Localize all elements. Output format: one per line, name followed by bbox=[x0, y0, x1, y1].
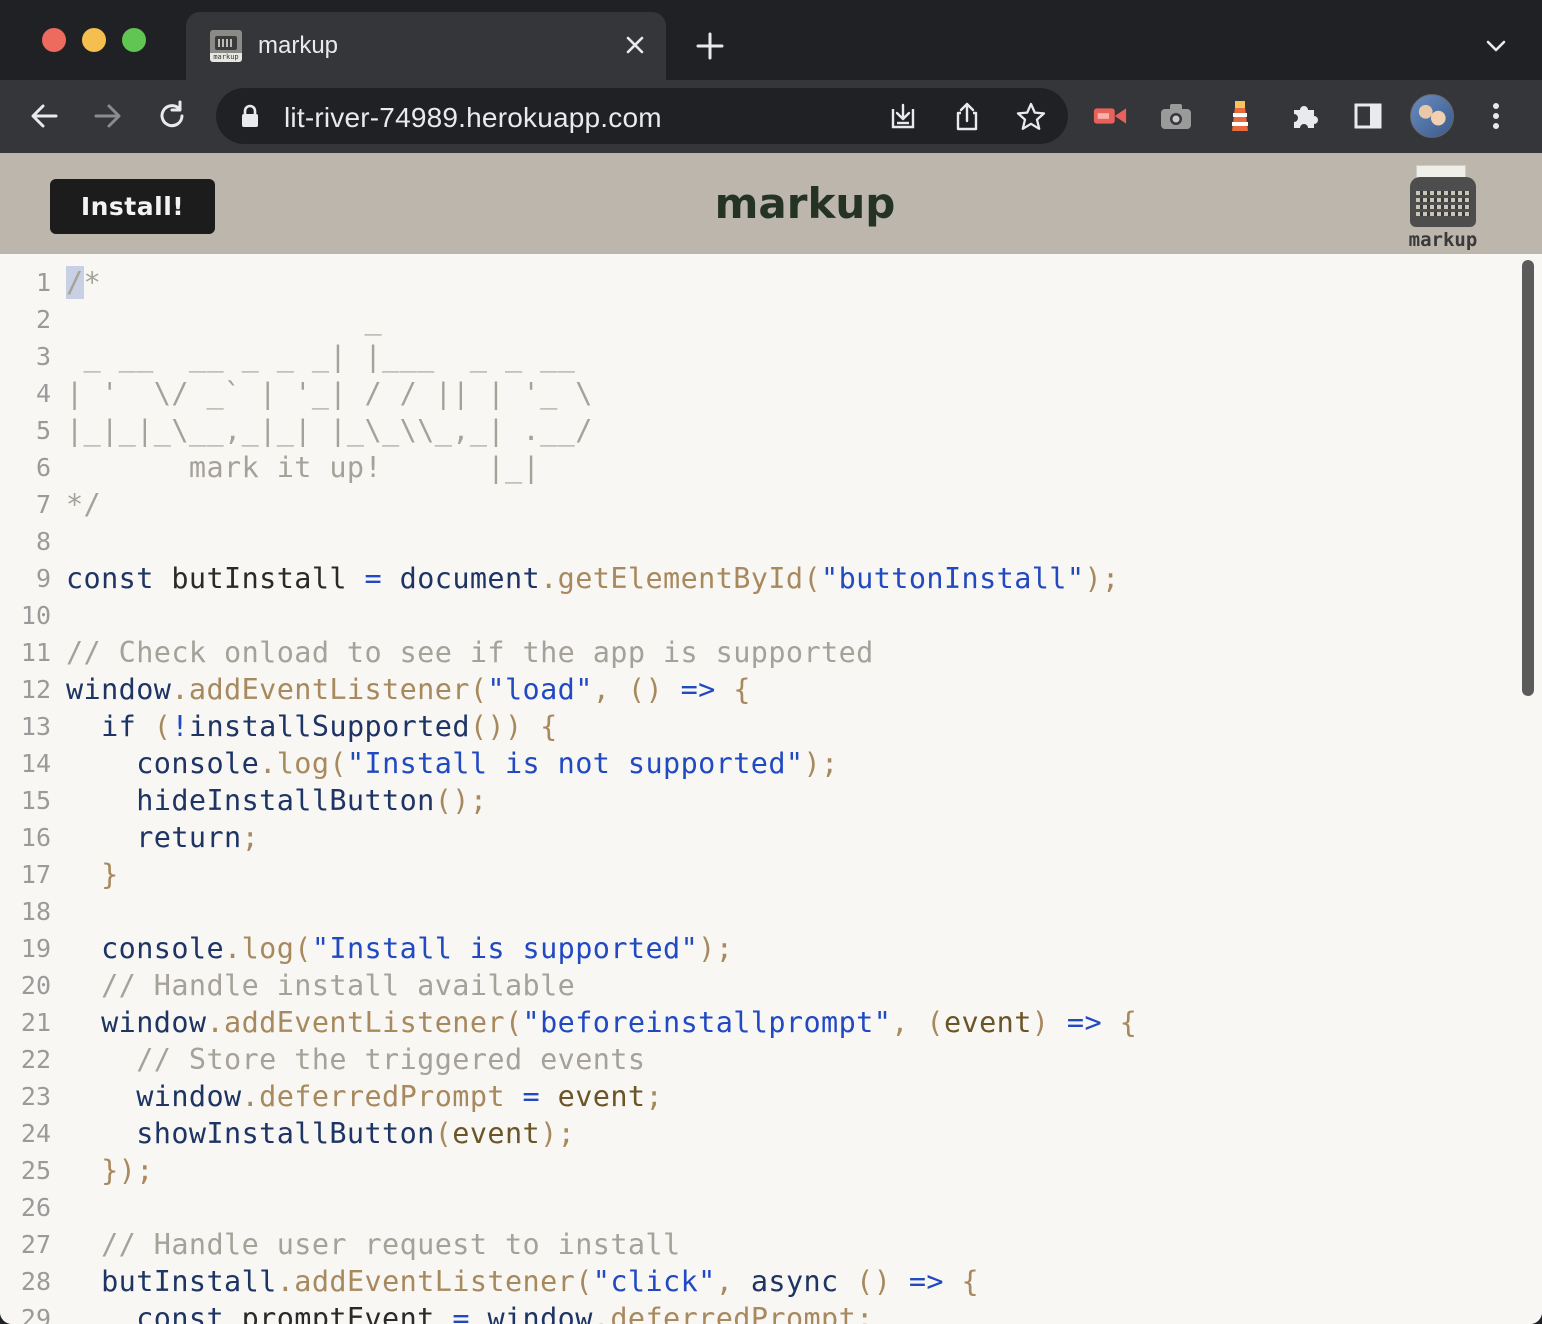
tab-markup[interactable]: markup markup bbox=[186, 12, 666, 80]
code-line: if (!installSupported()) { bbox=[101, 710, 558, 743]
url-text: lit-river-74989.herokuapp.com bbox=[284, 102, 662, 133]
line-number: 18 bbox=[20, 897, 51, 926]
code-line: window.addEventListener("beforeinstallpr… bbox=[101, 1006, 1138, 1039]
vertical-scrollbar[interactable] bbox=[1522, 260, 1534, 696]
line-number: 16 bbox=[20, 823, 51, 852]
share-icon[interactable] bbox=[950, 100, 984, 134]
logo-label: markup bbox=[1408, 229, 1478, 251]
code-line: console.log("Install is not supported"); bbox=[136, 747, 839, 780]
browser-window: markup markup lit-river-74989.herokuapp.… bbox=[0, 0, 1542, 1324]
code-line: _ __ __ _ _ _| |___ _ _ __ bbox=[66, 340, 576, 373]
favicon-label: markup bbox=[210, 53, 242, 62]
line-number: 17 bbox=[20, 860, 51, 889]
app-header: Install! markup markup bbox=[0, 153, 1542, 254]
code-line: } bbox=[101, 858, 119, 891]
install-app-icon[interactable] bbox=[886, 100, 920, 134]
line-number: 25 bbox=[20, 1156, 51, 1185]
line-number: 14 bbox=[20, 749, 51, 778]
close-window-button[interactable] bbox=[42, 28, 66, 52]
code-line: mark it up! |_| bbox=[66, 451, 541, 484]
line-number: 13 bbox=[20, 712, 51, 741]
code-line: butInstall.addEventListener("click", asy… bbox=[101, 1265, 980, 1298]
code-line: | ' \/ _` | '_| / / || | '_ \ bbox=[66, 377, 593, 410]
page-content: Install! markup markup 1 2 3 4 5 6 7 8 9… bbox=[0, 153, 1542, 1324]
line-number: 6 bbox=[35, 453, 51, 482]
camera-extension-icon[interactable] bbox=[1158, 98, 1194, 134]
line-number: 21 bbox=[20, 1008, 51, 1037]
reload-icon[interactable] bbox=[154, 98, 190, 134]
code-line: // Handle user request to install bbox=[101, 1228, 681, 1261]
code-line: console.log("Install is supported"); bbox=[101, 932, 734, 965]
code-line: _ bbox=[66, 303, 383, 336]
line-number: 22 bbox=[20, 1045, 51, 1074]
code-editor[interactable]: 1 2 3 4 5 6 7 8 9 10 11 12 13 14 15 16 1… bbox=[0, 254, 1542, 1324]
side-panel-icon[interactable] bbox=[1350, 98, 1386, 134]
code-line: // Handle install available bbox=[101, 969, 576, 1002]
line-number: 29 bbox=[20, 1304, 51, 1324]
code-line: /* bbox=[66, 266, 102, 299]
code-line: |_|_|_\__,_|_| |_\_\\_,_| .__/ bbox=[66, 414, 593, 447]
line-number-gutter: 1 2 3 4 5 6 7 8 9 10 11 12 13 14 15 16 1… bbox=[0, 264, 62, 1324]
profile-avatar[interactable] bbox=[1410, 94, 1454, 138]
line-number: 26 bbox=[20, 1193, 51, 1222]
code-line: */ bbox=[66, 488, 102, 521]
line-number: 11 bbox=[20, 638, 51, 667]
code-line: hideInstallButton(); bbox=[136, 784, 488, 817]
lighthouse-extension-icon[interactable] bbox=[1222, 98, 1258, 134]
line-number: 5 bbox=[35, 416, 51, 445]
line-number: 8 bbox=[35, 527, 51, 556]
tab-title: markup bbox=[258, 32, 339, 59]
back-arrow-icon[interactable] bbox=[26, 98, 62, 134]
line-number: 27 bbox=[20, 1230, 51, 1259]
line-number: 1 bbox=[35, 268, 51, 297]
code-line: window.addEventListener("load", () => { bbox=[66, 673, 751, 706]
tab-strip: markup markup bbox=[0, 0, 1542, 80]
line-number: 10 bbox=[20, 601, 51, 630]
close-icon[interactable] bbox=[620, 30, 650, 60]
forward-arrow-icon[interactable] bbox=[90, 98, 126, 134]
extensions-puzzle-icon[interactable] bbox=[1286, 98, 1322, 134]
code-line: const promptEvent = window.deferredPromp… bbox=[136, 1302, 874, 1324]
maximize-window-button[interactable] bbox=[122, 28, 146, 52]
code-area[interactable]: /* _ _ __ __ _ _ _| |___ _ _ __ | ' \/ _… bbox=[66, 264, 1512, 1324]
line-number: 2 bbox=[35, 305, 51, 334]
browser-toolbar: lit-river-74989.herokuapp.com bbox=[0, 80, 1542, 153]
text-cursor: / bbox=[66, 266, 84, 299]
page-title: markup bbox=[714, 179, 896, 228]
chevron-down-icon[interactable] bbox=[1480, 30, 1512, 62]
code-line: // Store the triggered events bbox=[136, 1043, 646, 1076]
typewriter-logo-icon: markup bbox=[1396, 161, 1490, 253]
line-number: 7 bbox=[35, 490, 51, 519]
line-number: 24 bbox=[20, 1119, 51, 1148]
line-number: 15 bbox=[20, 786, 51, 815]
line-number: 12 bbox=[20, 675, 51, 704]
typewriter-favicon-icon: markup bbox=[210, 30, 242, 62]
bookmark-star-icon[interactable] bbox=[1014, 100, 1048, 134]
code-line: return; bbox=[136, 821, 260, 854]
menu-kebab-icon[interactable] bbox=[1478, 98, 1514, 134]
screen-record-extension-icon[interactable] bbox=[1092, 98, 1128, 134]
line-number: 9 bbox=[35, 564, 51, 593]
line-number: 28 bbox=[20, 1267, 51, 1296]
code-line: // Check onload to see if the app is sup… bbox=[66, 636, 874, 669]
code-line: const butInstall = document.getElementBy… bbox=[66, 562, 1120, 595]
line-number: 3 bbox=[35, 342, 51, 371]
line-number: 19 bbox=[20, 934, 51, 963]
line-number: 23 bbox=[20, 1082, 51, 1111]
code-line: showInstallButton(event); bbox=[136, 1117, 576, 1150]
address-bar[interactable]: lit-river-74989.herokuapp.com bbox=[216, 88, 1068, 144]
minimize-window-button[interactable] bbox=[82, 28, 106, 52]
line-number: 20 bbox=[20, 971, 51, 1000]
code-line: }); bbox=[101, 1154, 154, 1187]
lock-icon[interactable] bbox=[240, 104, 260, 133]
line-number: 4 bbox=[35, 379, 51, 408]
code-line: window.deferredPrompt = event; bbox=[136, 1080, 664, 1113]
new-tab-button[interactable] bbox=[692, 28, 728, 64]
